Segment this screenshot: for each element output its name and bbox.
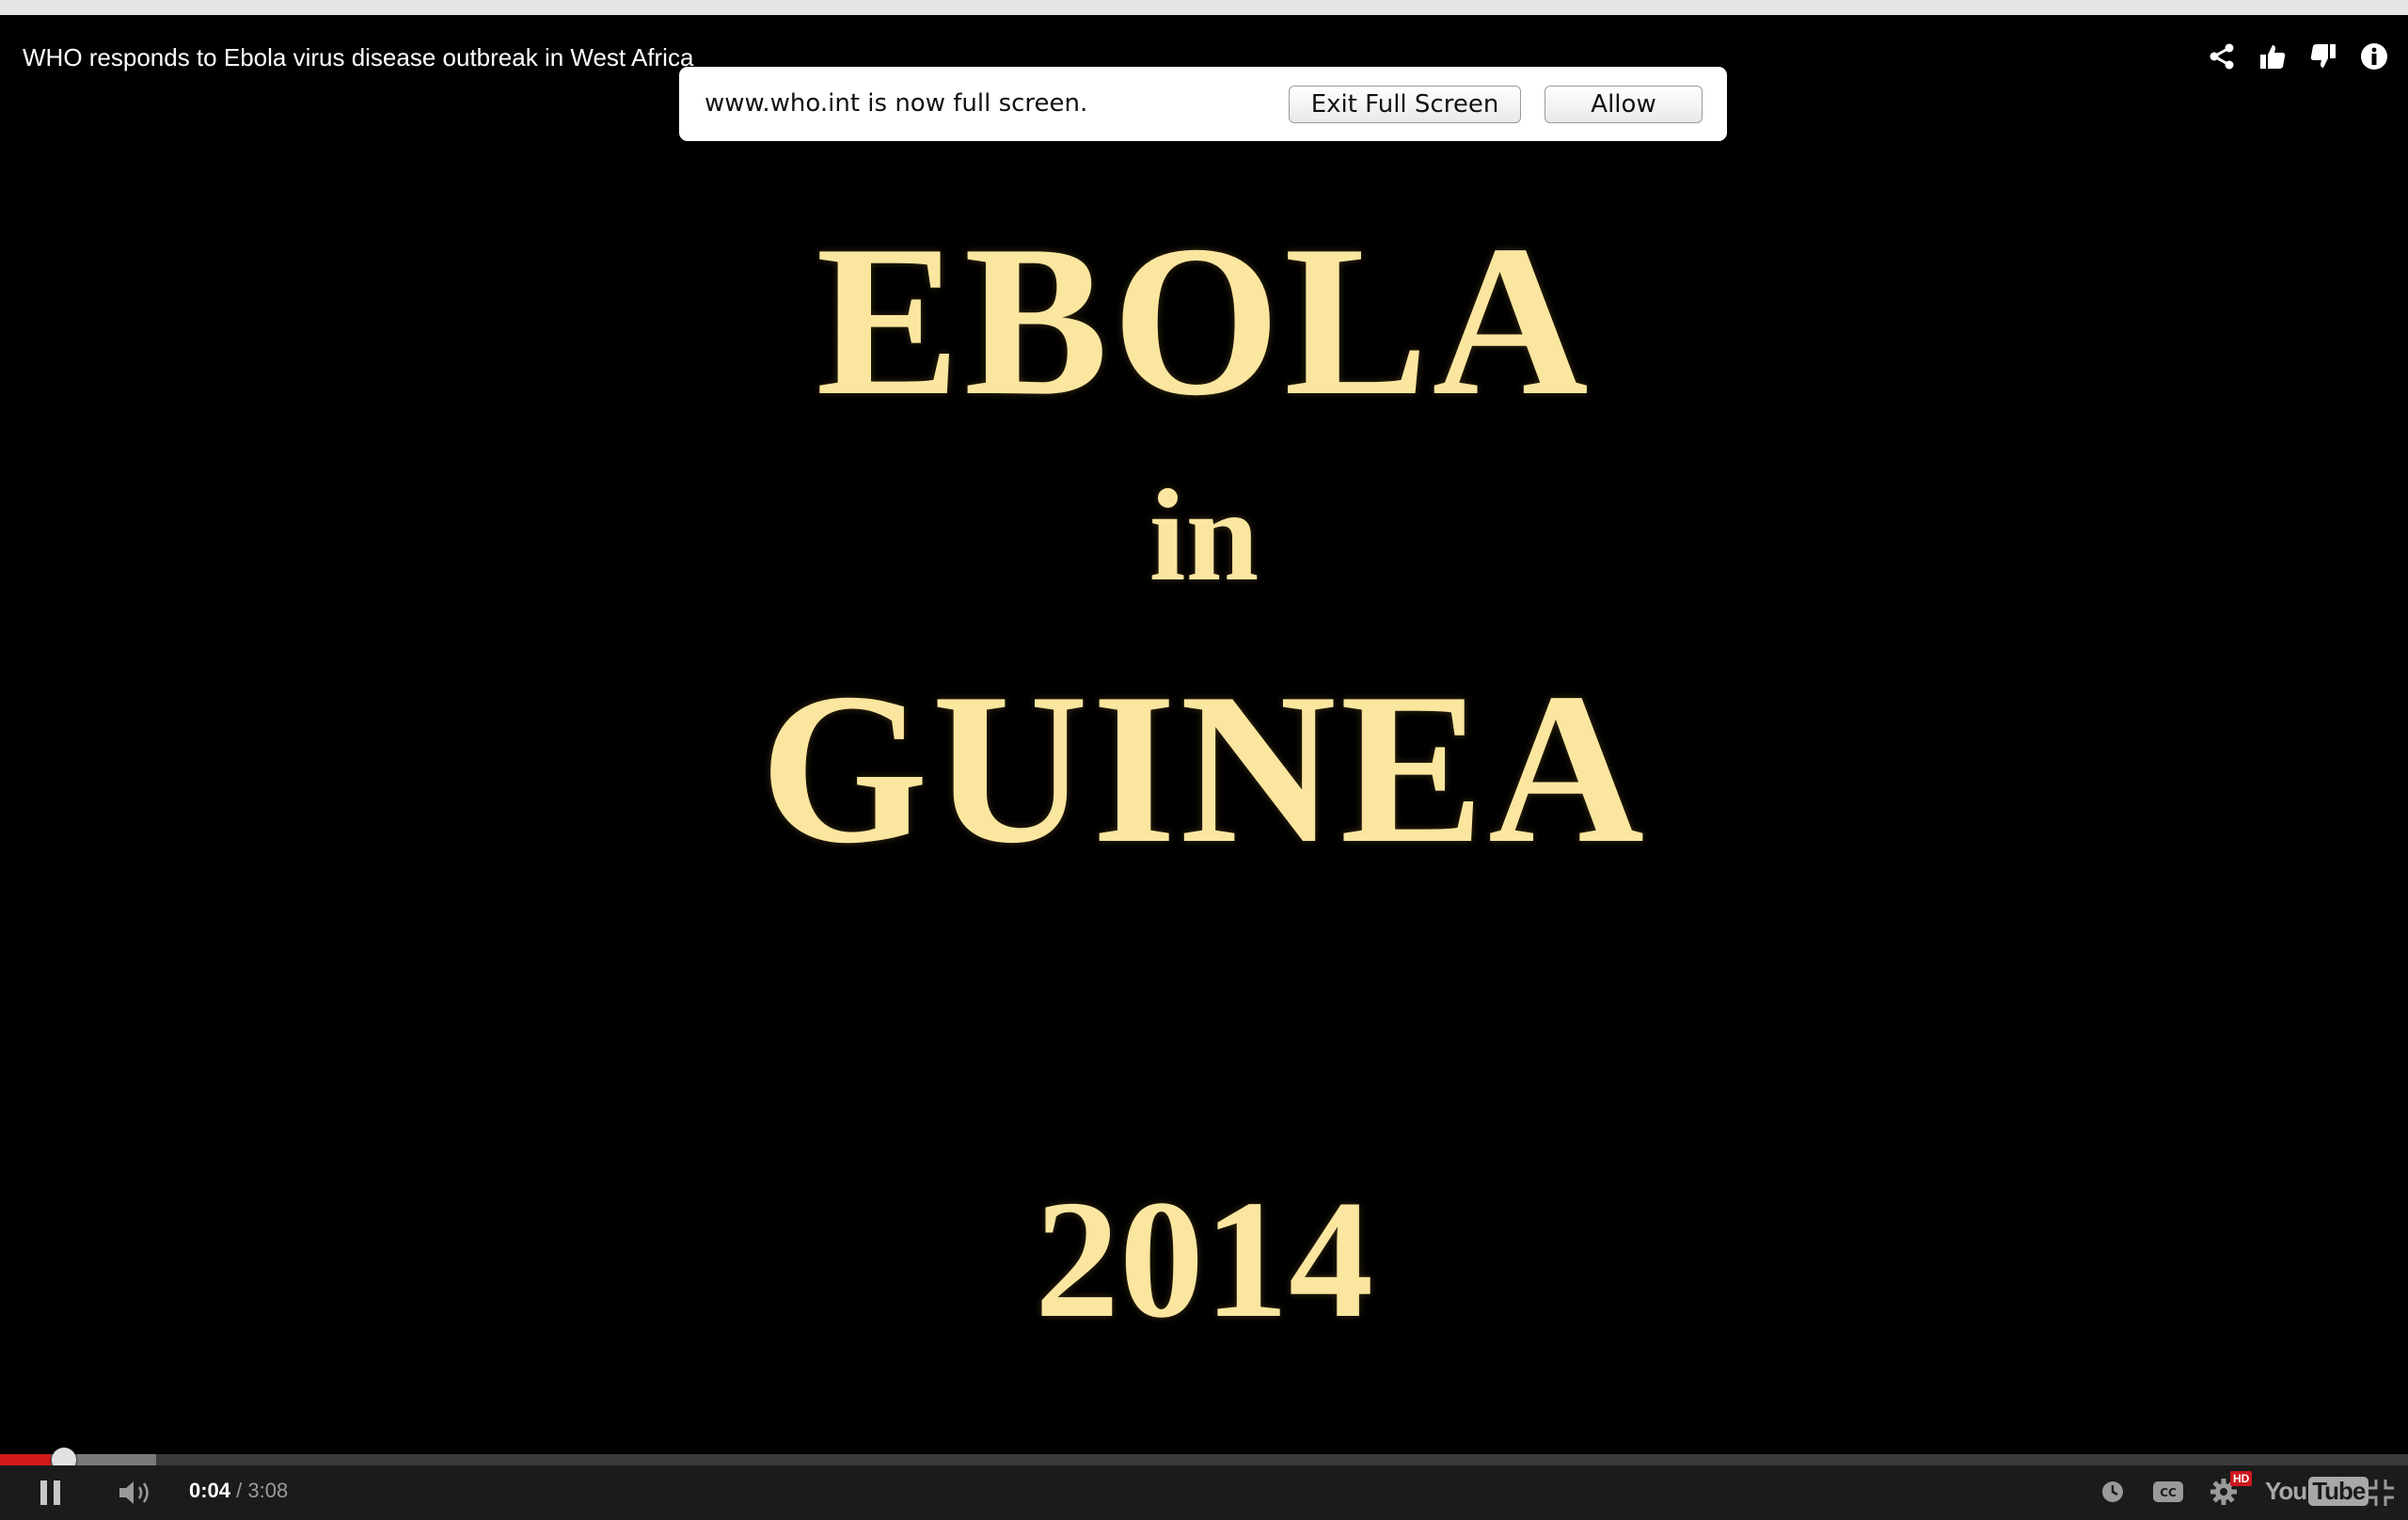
share-icon[interactable]: [2207, 41, 2237, 71]
current-time: 0:04: [189, 1479, 231, 1502]
exit-fullscreen-icon[interactable]: [2365, 1477, 2397, 1509]
progress-played: [0, 1454, 51, 1465]
exit-fullscreen-button[interactable]: Exit Full Screen: [1289, 86, 1521, 123]
hd-badge: HD: [2230, 1471, 2253, 1486]
thumbs-down-icon[interactable]: [2308, 41, 2338, 71]
video-frame-text-line3: GUINEA: [759, 648, 1649, 888]
allow-button[interactable]: Allow: [1545, 86, 1703, 123]
pause-icon[interactable]: [36, 1477, 66, 1509]
control-bar: 0:04 / 3:08 CC HD You Tube: [0, 1465, 2408, 1520]
time-display: 0:04 / 3:08: [189, 1479, 288, 1503]
video-player[interactable]: WHO responds to Ebola virus disease outb…: [0, 15, 2408, 1520]
progress-bar[interactable]: [0, 1454, 2408, 1465]
video-frame-text-line2: in: [1149, 463, 1259, 609]
window-top-strip: [0, 0, 2408, 15]
time-separator: /: [230, 1479, 248, 1502]
watch-later-icon[interactable]: [2099, 1479, 2126, 1505]
captions-icon[interactable]: CC: [2152, 1479, 2184, 1505]
fullscreen-message: www.who.int is now full screen.: [705, 89, 1088, 118]
youtube-logo-you: You: [2265, 1477, 2307, 1505]
volume-icon[interactable]: [117, 1477, 154, 1509]
video-frame-text-line4: 2014: [1035, 1165, 1373, 1353]
svg-text:CC: CC: [2160, 1486, 2177, 1499]
top-actions: [2207, 41, 2389, 71]
duration: 3:08: [247, 1479, 289, 1502]
youtube-logo-tube: Tube: [2308, 1477, 2369, 1506]
thumbs-up-icon[interactable]: [2258, 41, 2288, 71]
fullscreen-notice: www.who.int is now full screen. Exit Ful…: [679, 67, 1727, 141]
video-frame-text-line1: EBOLA: [816, 200, 1592, 440]
info-icon[interactable]: [2359, 41, 2389, 71]
youtube-logo[interactable]: You Tube: [2265, 1477, 2369, 1506]
video-title[interactable]: WHO responds to Ebola virus disease outb…: [23, 43, 693, 72]
